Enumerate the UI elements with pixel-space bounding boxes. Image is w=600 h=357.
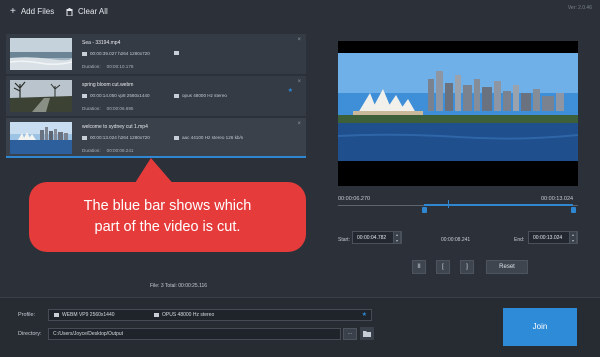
remove-file-icon[interactable]: × (297, 79, 301, 85)
remove-file-icon[interactable]: × (297, 121, 301, 127)
join-button[interactable]: Join (503, 308, 577, 346)
mark-out-button[interactable]: ] (460, 260, 474, 274)
video-info-text: 00:00:39.027 h264 1280x720 (90, 51, 150, 56)
reset-button[interactable]: Reset (486, 260, 528, 274)
file-name: Sea - 33194.mp4 (82, 40, 121, 46)
audio-icon (174, 51, 179, 55)
directory-input[interactable]: C:/Users/Joyce/Desktop/Output (48, 328, 341, 340)
cut-duration: 00:00:08.241 (441, 237, 471, 243)
toolbar: + Add Files Clear All Ver: 2.0.46 (0, 0, 600, 26)
audio-icon (174, 93, 179, 98)
file-thumbnail (10, 80, 72, 112)
audio-icon (174, 135, 179, 140)
video-icon (54, 313, 59, 317)
video-icon (82, 135, 87, 140)
duration-value: 00:00:06.695 (106, 106, 134, 111)
audio-info-text: opus 48000 Hz stereo (182, 93, 227, 98)
trim-end-handle[interactable] (570, 207, 576, 213)
duration-row: Duration: 00:00:08.241 (82, 148, 133, 153)
video-icon (82, 93, 87, 98)
video-info: 00:00:14.050 vp8 2560x1440 (82, 93, 150, 98)
duration-label: Duration: (82, 106, 101, 111)
duration-label: Duration: (82, 64, 101, 69)
add-files-button[interactable]: + Add Files (10, 5, 55, 17)
directory-label: Directory: (18, 331, 42, 337)
callout-line-2: part of the video is cut. (94, 219, 241, 235)
profile-video-text: WEBM VP9 2560x1440 (62, 312, 115, 318)
end-label: End: (514, 237, 525, 243)
browse-button[interactable]: ... (343, 328, 357, 340)
audio-info (174, 51, 179, 55)
duration-row: Duration: 00:00:10.178 (82, 64, 133, 69)
pause-button[interactable]: II (412, 260, 426, 274)
file-name: welcome to sydney cut 1.mp4 (82, 124, 148, 130)
audio-info: opus 48000 Hz stereo (174, 93, 227, 98)
playhead[interactable] (448, 200, 450, 208)
trim-start-handle[interactable] (421, 207, 427, 213)
open-folder-button[interactable] (360, 327, 374, 340)
star-icon[interactable]: ★ (288, 87, 293, 94)
video-info: 00:00:13.024 h264 1280x720 (82, 135, 150, 140)
start-label: Start: (338, 237, 350, 243)
trash-icon (66, 7, 73, 16)
app-window: + Add Files Clear All Ver: 2.0.46 Sea - … (0, 0, 600, 357)
callout-text: The blue bar shows which part of the vid… (29, 196, 306, 238)
file-item-spring-bloom[interactable]: spring bloom cut.webm 00:00:14.050 vp8 2… (6, 76, 306, 116)
timeline-end-time: 00:00:13.024 (541, 196, 574, 202)
file-item-sydney[interactable]: welcome to sydney cut 1.mp4 00:00:13.024… (6, 118, 306, 158)
duration-label: Duration: (82, 148, 101, 153)
file-item-sea[interactable]: Sea - 33194.mp4 00:00:39.027 h264 1280x7… (6, 34, 306, 74)
duration-row: Duration: 00:00:06.695 (82, 106, 133, 111)
preview-image (338, 41, 578, 186)
video-info: 00:00:39.027 h264 1280x720 (82, 51, 150, 56)
profile-audio-text: OPUS 48000 Hz stereo (162, 312, 215, 318)
video-preview[interactable] (338, 41, 578, 186)
profile-label: Profile: (18, 312, 36, 318)
mark-in-button[interactable]: [ (436, 260, 450, 274)
timeline-selection-bar (424, 204, 574, 206)
file-name: spring bloom cut.webm (82, 82, 134, 88)
clear-all-button[interactable]: Clear All (66, 7, 108, 16)
profile-select[interactable]: WEBM VP9 2560x1440 OPUS 48000 Hz stereo … (48, 309, 372, 321)
start-time-stepper[interactable]: ▴ ▾ (393, 231, 401, 244)
remove-file-icon[interactable]: × (297, 37, 301, 43)
video-icon (82, 51, 87, 56)
timeline-start-time: 00:00:06.270 (338, 196, 371, 202)
file-summary: File: 3 Total: 00:00:25.116 (150, 283, 208, 289)
duration-value: 00:00:10.178 (106, 64, 134, 69)
end-time-stepper[interactable]: ▴ ▾ (569, 231, 577, 244)
video-info-text: 00:00:14.050 vp8 2560x1440 (90, 93, 150, 98)
folder-icon (360, 327, 374, 340)
audio-info-text: aac 44100 Hz stereo 126 kb/s (182, 135, 244, 140)
audio-icon (154, 313, 159, 317)
file-thumbnail (10, 38, 72, 70)
add-files-label: Add Files (20, 7, 55, 16)
callout-line-1: The blue bar shows which (83, 198, 252, 214)
clear-all-label: Clear All (78, 7, 108, 16)
audio-info: aac 44100 Hz stereo 126 kb/s (174, 135, 243, 140)
video-info-text: 00:00:13.024 h264 1280x720 (90, 135, 150, 140)
plus-icon: + (10, 5, 16, 17)
version-label: Ver: 2.0.46 (567, 5, 592, 11)
file-thumbnail (10, 122, 72, 154)
star-icon[interactable]: ★ (362, 311, 367, 318)
duration-value: 00:00:08.241 (106, 148, 134, 153)
